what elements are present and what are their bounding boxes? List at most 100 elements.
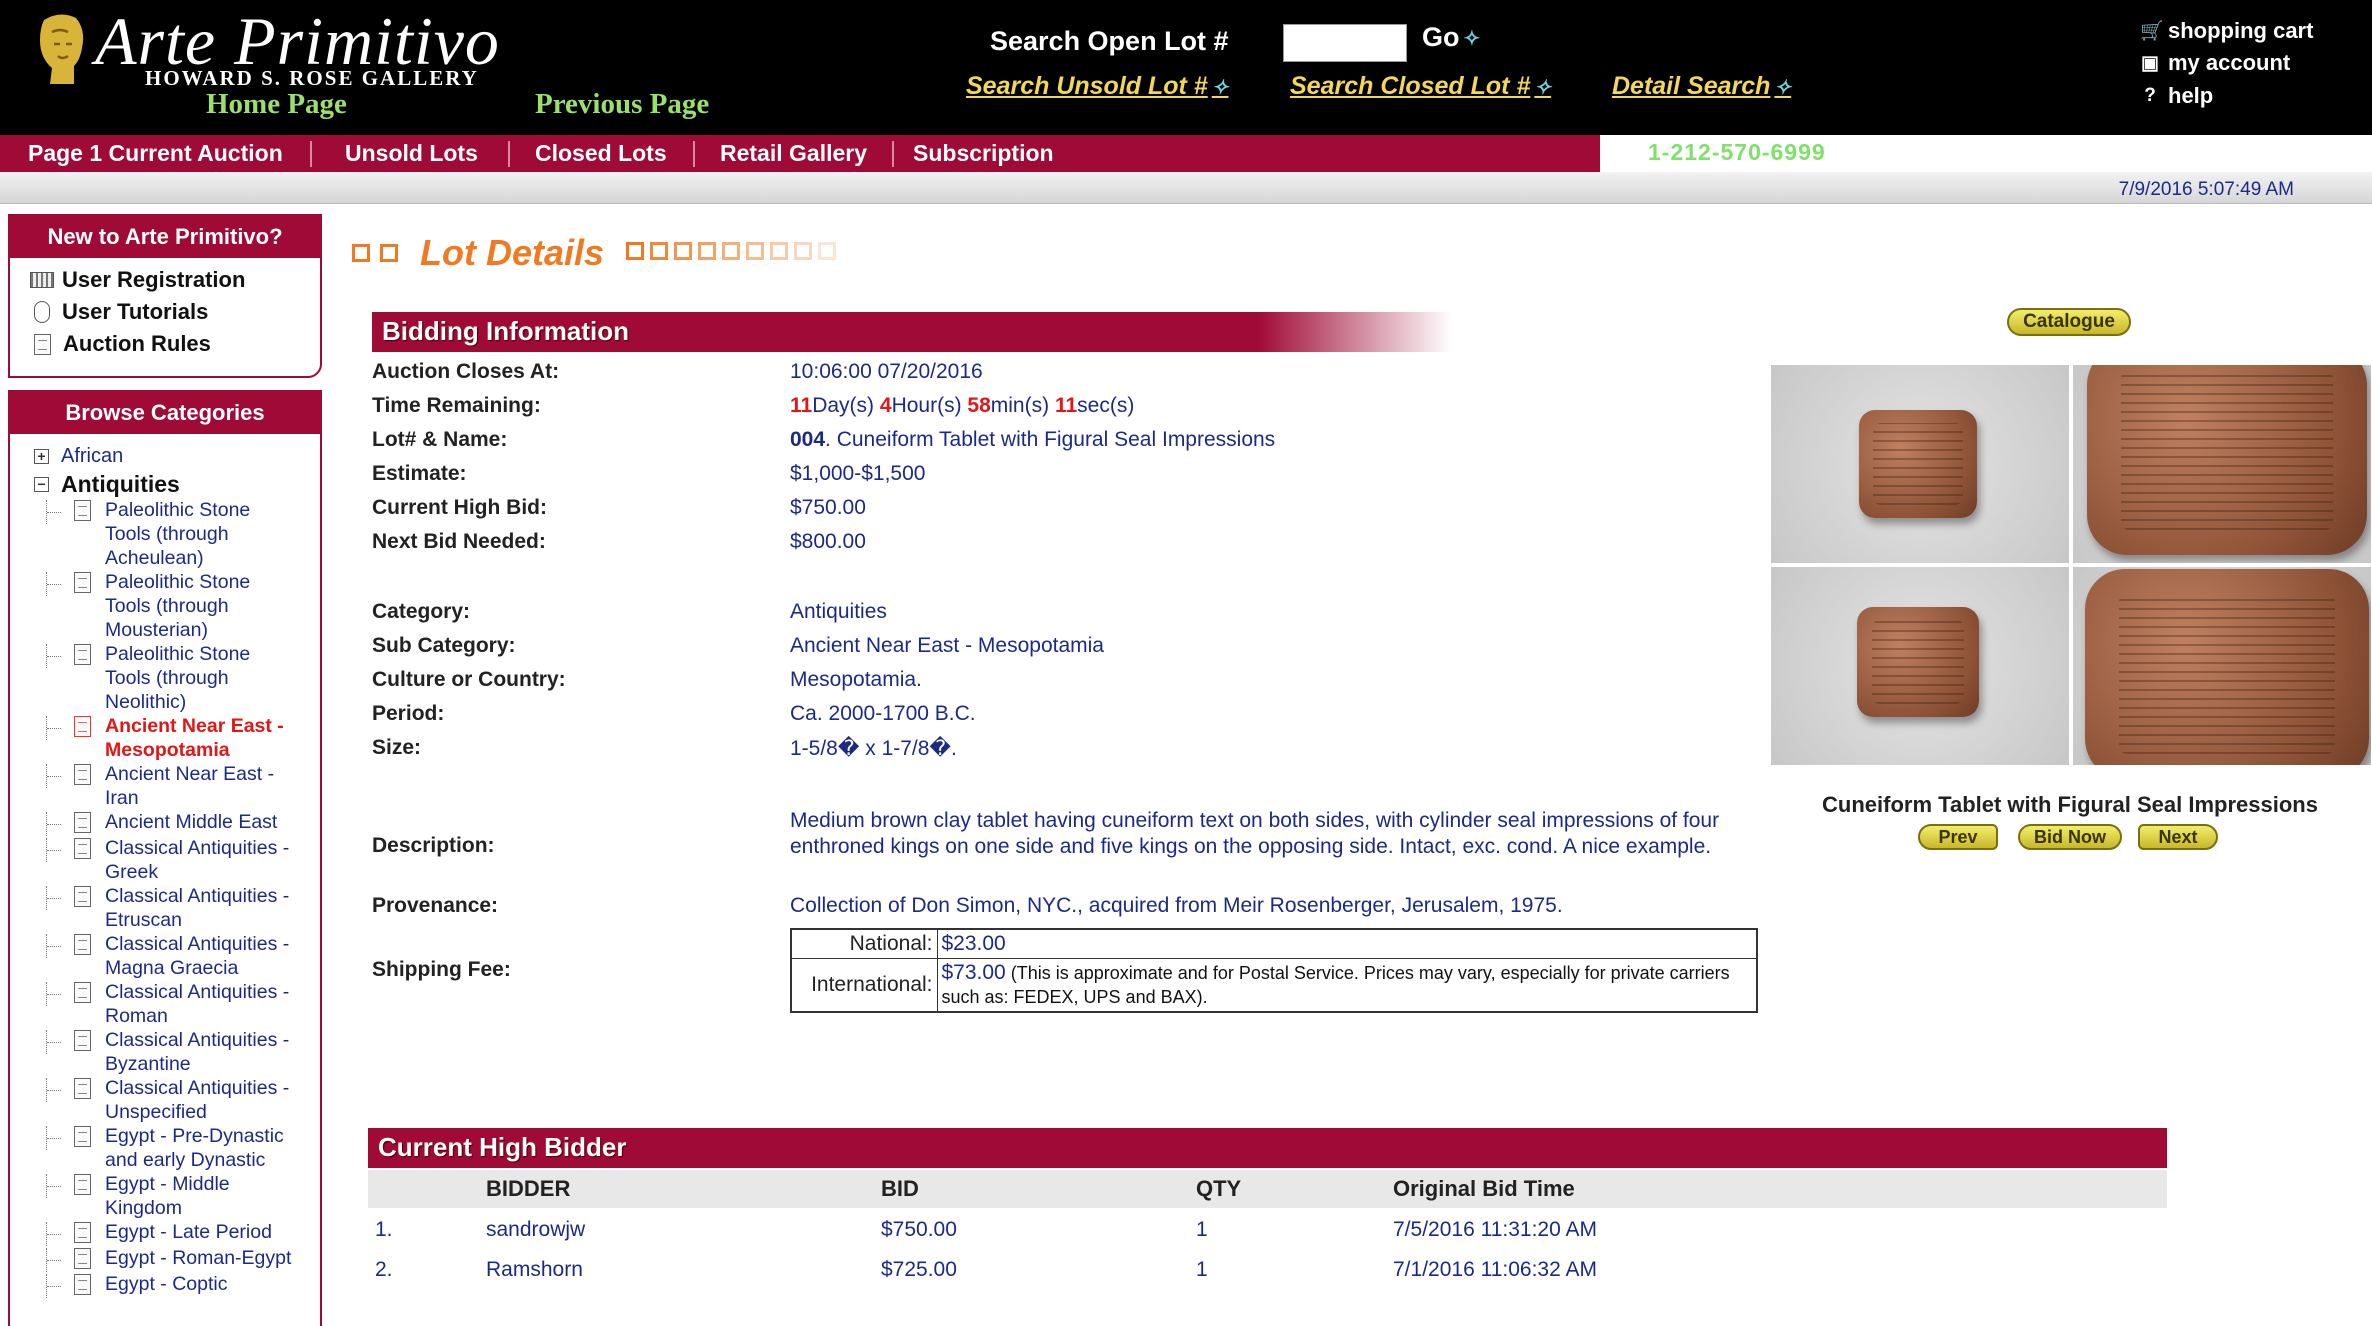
prev-button[interactable]: Prev (1918, 824, 1998, 850)
go-label: Go (1422, 22, 1460, 52)
search-closed-lot-link[interactable]: Search Closed Lot # ✧ (1290, 72, 1551, 101)
period-value: Ca. 2000-1700 B.C. (790, 702, 976, 725)
national-amount: $23.00 (941, 932, 1006, 955)
column-qty: QTY (1196, 1176, 1242, 1201)
square-trail (626, 241, 842, 265)
document-icon (74, 1078, 91, 1099)
nav-closed-lots[interactable]: Closed Lots (535, 140, 667, 167)
provenance-value: Collection of Don Simon, NYC., acquired … (790, 894, 1563, 917)
nav-current-auction[interactable]: Page 1 Current Auction (28, 140, 283, 167)
bidder-table-header (368, 1170, 2167, 1208)
search-unsold-lot-link[interactable]: Search Unsold Lot # ✧ (966, 72, 1228, 101)
previous-page-link[interactable]: Previous Page (535, 88, 709, 121)
shopping-cart-link[interactable]: 🛒 shopping cart (2140, 18, 2313, 44)
nav-separator (892, 141, 894, 167)
tree-connector (46, 1078, 70, 1102)
subcategory-item[interactable]: Ancient Near East - Iran (10, 762, 320, 810)
subcategory-item[interactable]: Egypt - Coptic (10, 1272, 320, 1298)
sub-category-value[interactable]: Ancient Near East - Mesopotamia (790, 634, 1104, 658)
auction-rules-link[interactable]: Auction Rules (10, 328, 320, 360)
nav-subscription[interactable]: Subscription (913, 140, 1054, 167)
lot-name: . Cuneiform Tablet with Figural Seal Imp… (825, 428, 1276, 451)
auction-rules-label: Auction Rules (63, 331, 211, 356)
subcategory-item[interactable]: Egypt - Late Period (10, 1220, 320, 1246)
lot-photo-zoom[interactable] (2073, 567, 2371, 765)
document-icon (34, 333, 51, 355)
size-value: 1-5/8� x 1-7/8�. (790, 737, 957, 760)
lot-title-row: Lot Details (352, 232, 842, 274)
tree-connector (46, 982, 70, 1006)
subcategory-item[interactable]: Egypt - Roman-Egypt (10, 1246, 320, 1272)
tree-connector (46, 1030, 70, 1054)
document-icon (74, 1248, 91, 1269)
detail-search-link[interactable]: Detail Search ✧ (1612, 72, 1791, 101)
subcategory-item[interactable]: Ancient Middle East (10, 810, 320, 836)
lot-label: Lot# & Name: (372, 428, 508, 451)
subcategory-item[interactable]: Ancient Near East - Mesopotamia (10, 714, 320, 762)
keyboard-icon (30, 272, 54, 288)
subcategory-label: Classical Antiquities - Byzantine (105, 1029, 290, 1075)
subcategory-label: Classical Antiquities - Magna Graecia (105, 933, 290, 979)
international-amount: $73.00 (941, 961, 1006, 984)
nav-retail-gallery[interactable]: Retail Gallery (720, 140, 867, 167)
logo-head-icon (40, 14, 84, 85)
lot-photo-thumb[interactable] (1771, 365, 2069, 563)
subcategory-item[interactable]: Egypt - Middle Kingdom (10, 1172, 320, 1220)
subcategory-item[interactable]: Paleolithic Stone Tools (through Mouster… (10, 570, 320, 642)
hours-unit: Hour(s) (891, 394, 968, 417)
subcategory-item[interactable]: Paleolithic Stone Tools (through Neolith… (10, 642, 320, 714)
estimate-label: Estimate: (372, 462, 467, 485)
category-value[interactable]: Antiquities (790, 600, 887, 624)
subcategory-item[interactable]: Classical Antiquities - Magna Graecia (10, 932, 320, 980)
tree-connector (46, 1222, 70, 1246)
subcategory-item[interactable]: Classical Antiquities - Byzantine (10, 1028, 320, 1076)
user-tutorials-link[interactable]: User Tutorials (10, 296, 320, 328)
go-button[interactable]: Go ✧ (1422, 22, 1480, 53)
bid-now-button[interactable]: Bid Now (2018, 824, 2122, 850)
category-african[interactable]: + African (10, 442, 320, 470)
search-open-lot-input[interactable] (1283, 24, 1407, 62)
subcategory-label: Paleolithic Stone Tools (through Acheule… (105, 499, 251, 569)
square-ornament-icon (626, 241, 645, 260)
subcategory-label: Egypt - Roman-Egypt (105, 1247, 292, 1269)
document-icon (74, 500, 91, 521)
category-antiquities[interactable]: − Antiquities (10, 470, 320, 498)
next-bid-value: $800.00 (790, 530, 866, 553)
subcategory-item[interactable]: Classical Antiquities - Roman (10, 980, 320, 1028)
international-cell: $73.00 (This is approximate and for Post… (936, 958, 1758, 1013)
collapse-icon[interactable]: − (34, 476, 49, 492)
document-icon (74, 764, 91, 785)
subcategory-item[interactable]: Classical Antiquities - Unspecified (10, 1076, 320, 1124)
expand-icon[interactable]: + (34, 448, 49, 464)
shipping-table: National: $23.00 International: $73.00 (… (790, 928, 1758, 1013)
lot-photo-zoom[interactable] (2073, 365, 2371, 563)
tree-connector (46, 644, 70, 668)
my-account-link[interactable]: ▣ my account (2140, 50, 2290, 76)
lot-photo-thumb[interactable] (1771, 567, 2069, 765)
user-registration-link[interactable]: User Registration (10, 264, 320, 296)
estimate-value: $1,000-$1,500 (790, 462, 926, 485)
tree-connector (46, 1274, 70, 1298)
next-button[interactable]: Next (2138, 824, 2218, 850)
square-ornament-icon (794, 241, 813, 260)
subcategory-label: Classical Antiquities - Greek (105, 837, 290, 883)
secs-unit: sec(s) (1077, 394, 1135, 417)
subcategory-label: Classical Antiquities - Etruscan (105, 885, 290, 931)
browse-categories-heading: Browse Categories (10, 392, 320, 434)
nav-unsold-lots[interactable]: Unsold Lots (345, 140, 478, 167)
column-bid: BID (881, 1176, 919, 1201)
home-page-link[interactable]: Home Page (206, 88, 347, 121)
hours-count: 4 (879, 394, 892, 417)
provenance-label: Provenance: (372, 894, 499, 917)
subcategory-item[interactable]: Egypt - Pre-Dynastic and early Dynastic (10, 1124, 320, 1172)
remaining-label: Time Remaining: (372, 394, 541, 417)
nav-separator (693, 141, 695, 167)
document-icon (74, 716, 91, 737)
closes-label: Auction Closes At: (372, 360, 560, 383)
subcategory-item[interactable]: Classical Antiquities - Etruscan (10, 884, 320, 932)
help-link[interactable]: ? help (2140, 83, 2213, 109)
tree-connector (46, 572, 70, 596)
subcategory-item[interactable]: Paleolithic Stone Tools (through Acheule… (10, 498, 320, 570)
subcategory-item[interactable]: Classical Antiquities - Greek (10, 836, 320, 884)
catalogue-button[interactable]: Catalogue (2007, 308, 2131, 336)
